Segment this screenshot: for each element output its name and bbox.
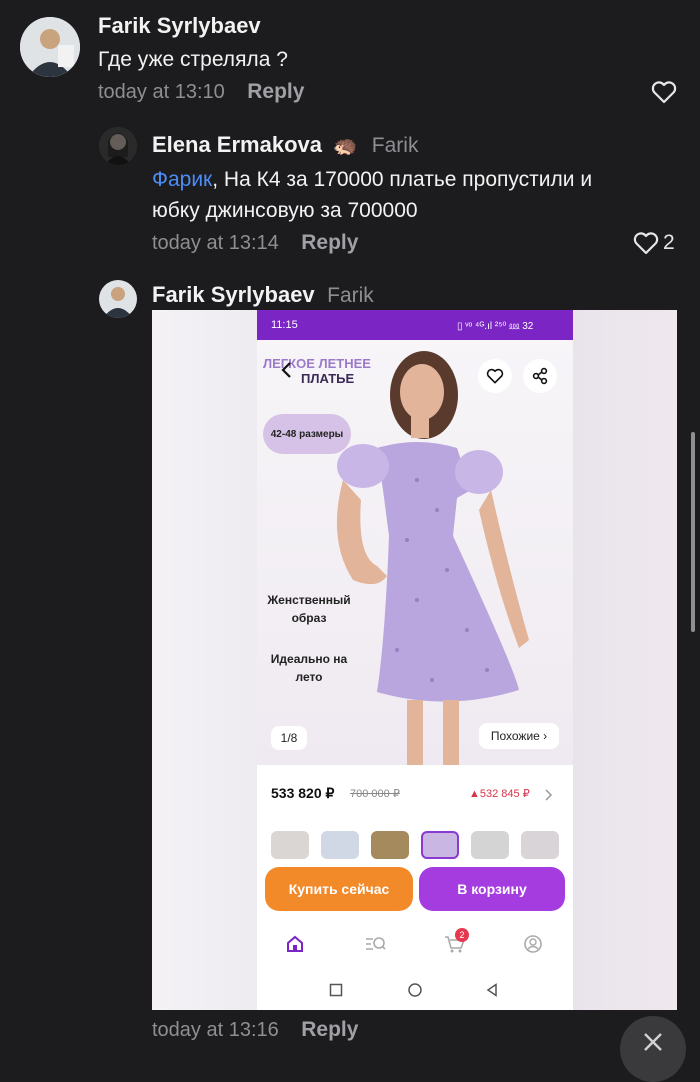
favorite-button[interactable] xyxy=(478,359,512,393)
model-photo xyxy=(336,351,529,765)
scrollbar-thumb[interactable] xyxy=(691,432,695,632)
avatar-farik[interactable] xyxy=(99,280,137,318)
comment-header: Elena Ermakova 🦔 Farik xyxy=(152,132,418,158)
phone-screen: 11:15 ▯ ᵛᵒ ⁴ᴳ.ıl ²⁵⁰ ⅏ 32 ЛЕГКОЕ ЛЕТНЕЕ … xyxy=(257,310,573,1010)
reply-to-name[interactable]: Farik xyxy=(327,284,374,307)
reply-button[interactable]: Reply xyxy=(301,231,358,254)
like-count: 2 xyxy=(663,231,675,254)
cart-badge: 2 xyxy=(455,928,469,942)
thumbnail[interactable] xyxy=(521,831,559,859)
comment-author[interactable]: Farik Syrlybaev xyxy=(98,13,261,39)
home-circle-icon[interactable] xyxy=(407,982,423,998)
like-button[interactable] xyxy=(651,80,677,109)
alt-price: ▲532 845 ₽ xyxy=(469,788,530,800)
reply-button[interactable]: Reply xyxy=(301,1018,358,1041)
thumbnail[interactable] xyxy=(371,831,409,859)
comment-meta: today at 13:16 Reply xyxy=(152,1018,358,1042)
heart-icon xyxy=(633,232,659,255)
recents-icon[interactable] xyxy=(329,983,343,997)
comment-author[interactable]: Farik Syrlybaev xyxy=(152,282,315,307)
close-chevron-icon xyxy=(644,1033,662,1051)
mention-link[interactable]: Фарик xyxy=(152,168,212,191)
old-price: 700 000 ₽ xyxy=(350,788,400,800)
comment-meta: today at 13:10 Reply xyxy=(98,80,304,104)
comment-text-line1: , На К4 за 170000 платье пропустили и xyxy=(212,168,593,191)
home-icon[interactable] xyxy=(285,934,305,954)
comment-time: today at 13:14 xyxy=(152,232,279,254)
share-button[interactable] xyxy=(523,359,557,393)
feature-2: Идеально на лето xyxy=(261,650,357,686)
attached-image[interactable]: 11:15 ▯ ᵛᵒ ⁴ᴳ.ıl ²⁵⁰ ⅏ 32 ЛЕГКОЕ ЛЕТНЕЕ … xyxy=(152,310,677,1010)
back-button[interactable] xyxy=(279,360,295,385)
thumbnail-strip xyxy=(257,825,573,865)
similar-label: Похожие › xyxy=(490,729,548,743)
heart-icon xyxy=(651,81,677,104)
status-bar: 11:15 ▯ ᵛᵒ ⁴ᴳ.ıl ²⁵⁰ ⅏ 32 xyxy=(257,310,573,340)
comment-text: Где уже стреляла ? xyxy=(98,48,288,71)
similar-button[interactable]: Похожие › xyxy=(479,723,559,749)
feature-2-line2: лето xyxy=(295,670,323,684)
comment-author[interactable]: Elena Ermakova xyxy=(152,132,322,157)
like-button[interactable]: 2 xyxy=(633,231,675,255)
pager-text: 1/8 xyxy=(280,731,298,745)
back-arrow-icon xyxy=(281,362,291,378)
sizes-badge: 42-48 размеры xyxy=(263,414,351,454)
feature-1-line2: образ xyxy=(291,611,327,625)
app-nav-bar: 2 xyxy=(257,920,573,966)
system-nav-bar xyxy=(257,970,573,1010)
sizes-badge-text: 42-48 размеры xyxy=(270,428,344,440)
comment-header: Farik Syrlybaev Farik xyxy=(152,282,374,308)
share-icon xyxy=(532,367,548,385)
comment-text-line2: юбку джинсовую за 700000 xyxy=(152,199,418,222)
feature-2-line1: Идеально на xyxy=(270,652,348,666)
price-row[interactable]: 533 820 ₽ 700 000 ₽ ▲532 845 ₽ xyxy=(257,765,573,820)
feature-1: Женственный образ xyxy=(261,591,357,627)
cart-tab[interactable]: 2 xyxy=(444,928,469,959)
avatar-elena[interactable] xyxy=(99,127,137,165)
product-hero[interactable]: ЛЕГКОЕ ЛЕТНЕЕ ПЛАТЬЕ 42-48 размеры Женст… xyxy=(257,340,573,765)
thumbnail[interactable] xyxy=(271,831,309,859)
add-to-cart-button[interactable]: В корзину xyxy=(419,867,565,911)
thumbnail[interactable] xyxy=(321,831,359,859)
status-icons: ▯ ᵛᵒ ⁴ᴳ.ıl ²⁵⁰ ⅏ 32 xyxy=(457,321,534,332)
reply-to-name[interactable]: Farik xyxy=(372,134,419,157)
back-triangle-icon[interactable] xyxy=(485,983,499,997)
catalog-search-icon[interactable] xyxy=(364,934,386,954)
heart-icon xyxy=(486,368,504,384)
status-time: 11:15 xyxy=(271,319,298,331)
buy-now-button[interactable]: Купить сейчас xyxy=(265,867,413,911)
thumbnail[interactable] xyxy=(471,831,509,859)
comment-time: today at 13:10 xyxy=(98,81,225,103)
thumbnail-selected[interactable] xyxy=(421,831,459,859)
hedgehog-emoji: 🦔 xyxy=(332,135,358,157)
image-pager: 1/8 xyxy=(271,726,307,750)
comment-text: Фарик, На К4 за 170000 платье пропустили… xyxy=(152,164,682,226)
chevron-right-icon xyxy=(545,789,553,801)
reply-button[interactable]: Reply xyxy=(247,80,304,103)
price: 533 820 ₽ xyxy=(271,785,335,801)
profile-icon[interactable] xyxy=(523,934,543,954)
avatar-farik[interactable] xyxy=(20,17,80,77)
scroll-down-button[interactable] xyxy=(620,1016,686,1082)
comment-meta: today at 13:14 Reply xyxy=(152,231,358,255)
comment-time: today at 13:16 xyxy=(152,1019,279,1041)
feature-1-line1: Женственный xyxy=(267,593,351,607)
